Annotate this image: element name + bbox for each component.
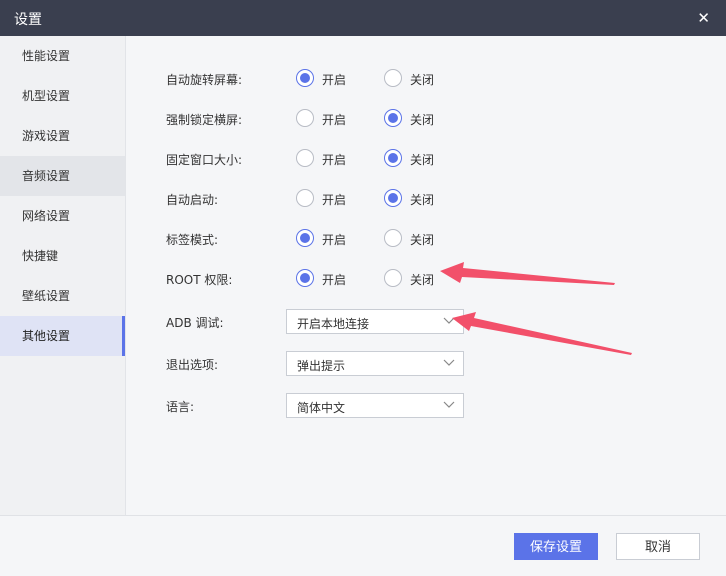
setting-label: ADB 调试:	[166, 316, 224, 330]
language-select[interactable]: 简体中文	[286, 393, 464, 418]
sidebar-item-label: 音频设置	[22, 169, 71, 183]
radio-off[interactable]: 关闭	[384, 269, 434, 287]
setting-label: 强制锁定横屏:	[166, 113, 243, 127]
radio-circle	[296, 269, 314, 287]
radio-circle	[296, 189, 314, 207]
radio-circle	[384, 69, 402, 87]
setting-label: ROOT 权限:	[166, 273, 233, 287]
radio-label: 关闭	[410, 193, 435, 207]
cancel-button[interactable]: 取消	[616, 533, 700, 560]
sidebar-item-shortcuts[interactable]: 快捷键	[0, 236, 125, 276]
radio-off[interactable]: 关闭	[384, 229, 434, 247]
chevron-down-icon	[443, 317, 455, 324]
close-icon[interactable]: ✕	[697, 9, 710, 27]
dialog-footer: 保存设置 取消	[0, 515, 726, 576]
sidebar: 性能设置 机型设置 游戏设置 音频设置 网络设置 快捷键 壁纸设置 其他设置	[0, 36, 126, 515]
radio-label: 开启	[322, 113, 347, 127]
settings-dialog: 设置 ✕ 性能设置 机型设置 游戏设置 音频设置 网络设置 快捷键 壁纸设置 其…	[0, 0, 726, 576]
select-value: 开启本地连接	[297, 317, 370, 331]
radio-label: 关闭	[410, 73, 435, 87]
select-value: 简体中文	[297, 401, 346, 415]
window-title: 设置	[14, 12, 42, 28]
sidebar-item-label: 网络设置	[22, 209, 71, 223]
radio-circle	[384, 109, 402, 127]
setting-label: 语言:	[166, 400, 195, 414]
radio-label: 关闭	[410, 233, 435, 247]
sidebar-item-label: 性能设置	[22, 49, 71, 63]
radio-on[interactable]: 开启	[296, 269, 346, 287]
save-button[interactable]: 保存设置	[514, 533, 598, 560]
radio-circle	[296, 229, 314, 247]
sidebar-item-other[interactable]: 其他设置	[0, 316, 125, 356]
setting-label: 退出选项:	[166, 358, 219, 372]
radio-label: 关闭	[410, 113, 435, 127]
radio-circle	[384, 149, 402, 167]
radio-label: 关闭	[410, 153, 435, 167]
radio-on[interactable]: 开启	[296, 189, 346, 207]
radio-circle	[384, 269, 402, 287]
radio-label: 开启	[322, 273, 347, 287]
sidebar-item-wallpaper[interactable]: 壁纸设置	[0, 276, 125, 316]
radio-on[interactable]: 开启	[296, 229, 346, 247]
sidebar-item-label: 机型设置	[22, 89, 71, 103]
adb-debug-select[interactable]: 开启本地连接	[286, 309, 464, 334]
radio-circle	[296, 149, 314, 167]
sidebar-item-network[interactable]: 网络设置	[0, 196, 125, 236]
radio-circle	[384, 189, 402, 207]
sidebar-item-game[interactable]: 游戏设置	[0, 116, 125, 156]
select-value: 弹出提示	[297, 359, 346, 373]
radio-label: 开启	[322, 193, 347, 207]
sidebar-item-device-model[interactable]: 机型设置	[0, 76, 125, 116]
radio-label: 开启	[322, 153, 347, 167]
radio-label: 开启	[322, 233, 347, 247]
radio-label: 开启	[322, 73, 347, 87]
title-bar: 设置 ✕	[0, 0, 726, 36]
radio-label: 关闭	[410, 273, 435, 287]
sidebar-item-label: 其他设置	[22, 329, 71, 343]
radio-circle	[296, 69, 314, 87]
chevron-down-icon	[443, 401, 455, 408]
setting-label: 固定窗口大小:	[166, 153, 243, 167]
radio-circle	[296, 109, 314, 127]
radio-off[interactable]: 关闭	[384, 109, 434, 127]
radio-on[interactable]: 开启	[296, 109, 346, 127]
sidebar-item-label: 壁纸设置	[22, 289, 71, 303]
sidebar-item-label: 快捷键	[22, 249, 59, 263]
sidebar-item-label: 游戏设置	[22, 129, 71, 143]
setting-label: 自动旋转屏幕:	[166, 73, 243, 87]
sidebar-item-audio[interactable]: 音频设置	[0, 156, 125, 196]
radio-off[interactable]: 关闭	[384, 149, 434, 167]
exit-option-select[interactable]: 弹出提示	[286, 351, 464, 376]
radio-off[interactable]: 关闭	[384, 69, 434, 87]
radio-off[interactable]: 关闭	[384, 189, 434, 207]
chevron-down-icon	[443, 359, 455, 366]
radio-circle	[384, 229, 402, 247]
sidebar-item-performance[interactable]: 性能设置	[0, 36, 125, 76]
radio-on[interactable]: 开启	[296, 69, 346, 87]
setting-label: 自动启动:	[166, 193, 219, 207]
settings-panel: 自动旋转屏幕: 开启 关闭 强制锁定横屏: 开启 关闭 固定窗口大小: 开启 关…	[126, 36, 726, 515]
setting-label: 标签模式:	[166, 233, 219, 247]
radio-on[interactable]: 开启	[296, 149, 346, 167]
